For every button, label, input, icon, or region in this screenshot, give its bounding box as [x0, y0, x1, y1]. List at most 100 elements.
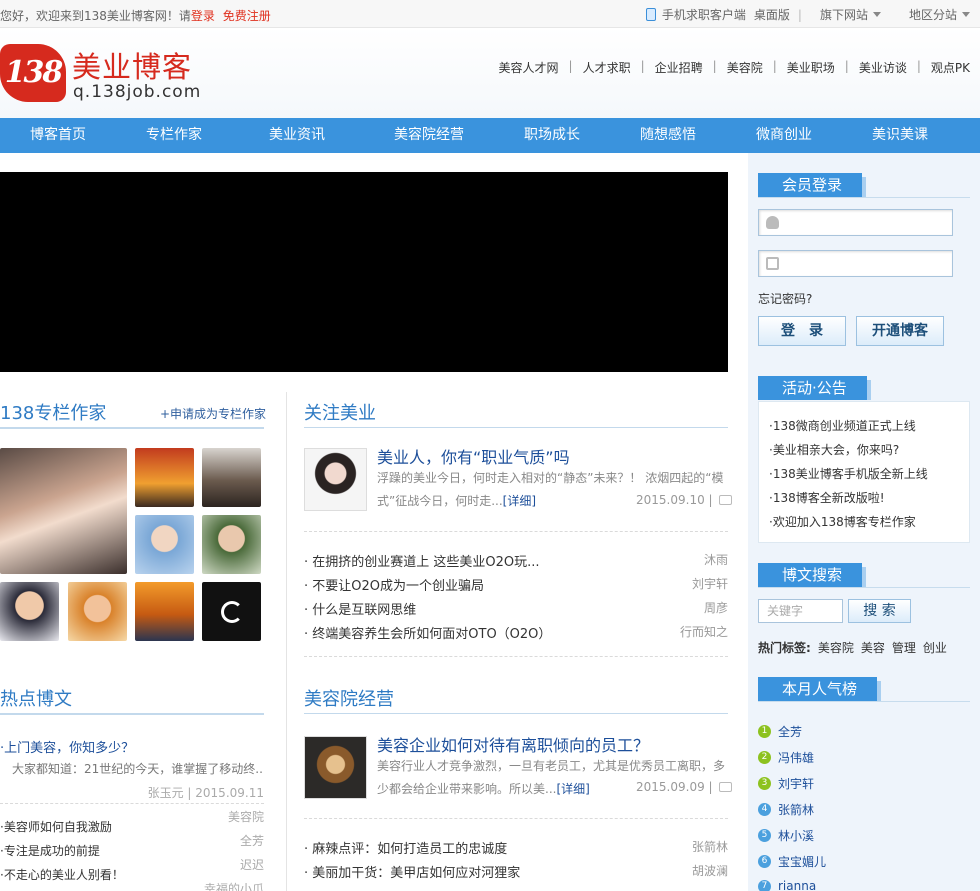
username-field[interactable] — [758, 209, 953, 236]
search-input[interactable]: 关键字 — [758, 599, 843, 623]
ranking-item[interactable]: 4 张箭林 — [758, 801, 814, 818]
sites-dropdown[interactable]: 旗下网站 — [820, 6, 881, 23]
featured-article-date: 2015.09.10 | — [636, 493, 732, 507]
featured-article-image[interactable] — [304, 448, 367, 511]
salon-title: 美容院经营 — [304, 689, 394, 710]
welcome-text: 您好，欢迎来到138美业博客网！请登录 免费注册 — [0, 7, 271, 24]
nav-home[interactable]: 博客首页 — [30, 118, 86, 153]
tag-link[interactable]: 创业 — [923, 639, 947, 656]
refresh-columnists-button[interactable] — [202, 582, 261, 641]
columnist-avatar[interactable] — [68, 582, 127, 641]
top-links: 美容人才网 | 人才求职 | 企业招聘 | 美容院 | 美业职场 | 美业访谈 | 观点PK — [498, 59, 970, 76]
top-link-7[interactable]: 观点PK — [931, 59, 970, 76]
salon-article-image[interactable] — [304, 736, 367, 799]
columnist-avatar[interactable] — [202, 448, 261, 507]
notice-item[interactable]: ·欢迎加入138博客专栏作家 — [769, 515, 916, 529]
salon-article-date: 2015.09.09 | — [636, 780, 732, 794]
top-bar-links: 手机求职客户端 桌面版 | 旗下网站 地区分站 — [645, 6, 970, 23]
apply-columnist-link[interactable]: +申请成为专栏作家 — [160, 405, 266, 422]
salon-article-summary: 美容行业人才竞争激烈，一旦有老员工，尤其是优秀员工离职，多少都会给企业带来影响。… — [377, 759, 726, 796]
featured-article-more-link[interactable]: [详细] — [503, 494, 536, 508]
lock-icon — [766, 257, 779, 270]
tag-link[interactable]: 美容 — [861, 639, 885, 656]
top-link-1[interactable]: 美容人才网 — [499, 59, 559, 76]
notice-item[interactable]: ·138微商创业频道正式上线 — [769, 419, 916, 433]
search-button[interactable]: 搜 索 — [848, 599, 911, 623]
list-item[interactable]: · 不要让O2O成为一个创业骗局 刘宇轩 — [304, 575, 728, 595]
desktop-link[interactable]: 桌面版 — [754, 6, 790, 23]
hot-posts-title: 热点博文 — [0, 689, 72, 710]
columnists-title: 138专栏作家 — [0, 403, 107, 424]
header: 138 美业博客 q.138job.com 美容人才网 | 人才求职 | 企业招聘 |… — [0, 28, 980, 118]
list-item[interactable]: · 麻辣点评：如何打造员工的忠诚度 张箭林 — [304, 838, 728, 858]
forgot-password-link[interactable]: 忘记密码? — [758, 290, 812, 307]
nav-salon[interactable]: 美容院经营 — [394, 118, 464, 153]
nav-thoughts[interactable]: 随想感悟 — [640, 118, 696, 153]
ranking-item[interactable]: 5 林小溪 — [758, 827, 814, 844]
columnist-avatar[interactable] — [135, 448, 194, 507]
nav-career[interactable]: 职场成长 — [524, 118, 580, 153]
right-sidebar: 会员登录 忘记密码? 登 录 开通博客 活动·公告 ·138微商创业频道正式上线… — [748, 153, 980, 891]
notice-item[interactable]: ·138美业博客手机版全新上线 — [769, 467, 928, 481]
columnist-avatar[interactable] — [202, 515, 261, 574]
ranking-item[interactable]: 2 冯伟雄 — [758, 749, 814, 766]
featured-article-title[interactable]: 美业人，你有“职业气质”吗 — [377, 444, 570, 468]
columnist-avatar[interactable] — [135, 582, 194, 641]
chevron-down-icon — [872, 12, 881, 17]
top-link-6[interactable]: 美业访谈 — [859, 59, 907, 76]
nav-news[interactable]: 美业资讯 — [269, 118, 325, 153]
hot-post-featured-meta: 张玉元 | 2015.09.11 — [147, 786, 264, 800]
top-link-4[interactable]: 美容院 — [727, 59, 763, 76]
register-link[interactable]: 免费注册 — [223, 9, 271, 23]
hot-tags-label: 热门标签: — [758, 641, 811, 655]
refresh-icon — [221, 601, 243, 623]
logo-name: 美业博客 — [72, 50, 193, 84]
logo-domain: q.138job.com — [73, 82, 202, 102]
chevron-down-icon — [962, 12, 970, 17]
columnist-avatar[interactable] — [0, 582, 59, 641]
notice-list: ·138微商创业频道正式上线 ·美业相亲大会，你来吗? ·138美业博客手机版全… — [758, 401, 970, 543]
notice-item[interactable]: ·美业相亲大会，你来吗? — [769, 443, 899, 457]
nav-courses[interactable]: 美识美课 — [872, 118, 928, 153]
list-item[interactable]: · 终端美容养生会所如何面对OTO（O2O） 行而知之 — [304, 623, 728, 643]
login-link[interactable]: 登录 — [191, 9, 215, 23]
comment-icon — [718, 782, 732, 792]
nav-columnists[interactable]: 专栏作家 — [146, 118, 202, 153]
list-item[interactable]: · 美丽加干货：美甲店如何应对河狸家 胡波澜 — [304, 862, 728, 882]
tag-link[interactable]: 管理 — [892, 639, 916, 656]
search-section-title: 博文搜索 — [758, 563, 867, 587]
banner-slider[interactable] — [0, 172, 728, 372]
open-blog-button[interactable]: 开通博客 — [856, 316, 944, 346]
login-button[interactable]: 登 录 — [758, 316, 846, 346]
columnist-avatar-large[interactable] — [0, 448, 127, 574]
tag-link[interactable]: 美容院 — [818, 639, 854, 656]
columnist-avatar[interactable] — [135, 515, 194, 574]
region-dropdown[interactable]: 地区分站 — [909, 6, 970, 23]
list-item[interactable]: · 什么是互联网思维 周彦 — [304, 599, 728, 619]
ranking-item[interactable]: 3 刘宇轩 — [758, 775, 814, 792]
hot-post-featured-title[interactable]: ·上门美容，你知多少？ — [0, 737, 134, 756]
ranking-section-title: 本月人气榜 — [758, 677, 882, 701]
site-logo[interactable]: 138 美业博客 q.138job.com — [0, 40, 200, 106]
password-field[interactable] — [758, 250, 953, 277]
notice-item[interactable]: ·138博客全新改版啦! — [769, 491, 885, 505]
top-bar: 您好，欢迎来到138美业博客网！请登录 免费注册 手机求职客户端 桌面版 | 旗… — [0, 0, 980, 28]
top-link-3[interactable]: 企业招聘 — [655, 59, 703, 76]
ranking-item[interactable]: 6 宝宝媚儿 — [758, 853, 826, 870]
salon-article-more-link[interactable]: [详细] — [556, 782, 589, 796]
ranking-item[interactable]: 7 rianna — [758, 879, 816, 891]
nav-wechat[interactable]: 微商创业 — [756, 118, 812, 153]
top-link-5[interactable]: 美业职场 — [787, 59, 835, 76]
welcome-prefix: 您好，欢迎来到138美业博客网！请 — [0, 9, 191, 23]
main-nav: 博客首页 专栏作家 美业资讯 美容院经营 职场成长 随想感悟 微商创业 美识美课 — [0, 118, 980, 153]
top-link-2[interactable]: 人才求职 — [583, 59, 631, 76]
notice-section-title: 活动·公告 — [758, 376, 871, 400]
phone-icon — [645, 8, 656, 21]
salon-article-title[interactable]: 美容企业如何对待有离职倾向的员工？ — [377, 732, 649, 756]
hot-post-featured-summary: 大家都知道：21世纪的今天，谁掌握了移动终... — [12, 762, 264, 776]
comment-icon — [718, 495, 732, 505]
mobile-client-link[interactable]: 手机求职客户端 — [645, 6, 746, 23]
list-item[interactable]: · 在拥挤的创业赛道上 这些美业O2O玩... 沐雨 — [304, 551, 728, 571]
logo-number: 138 — [0, 44, 66, 102]
ranking-item[interactable]: 1 全芳 — [758, 723, 802, 740]
